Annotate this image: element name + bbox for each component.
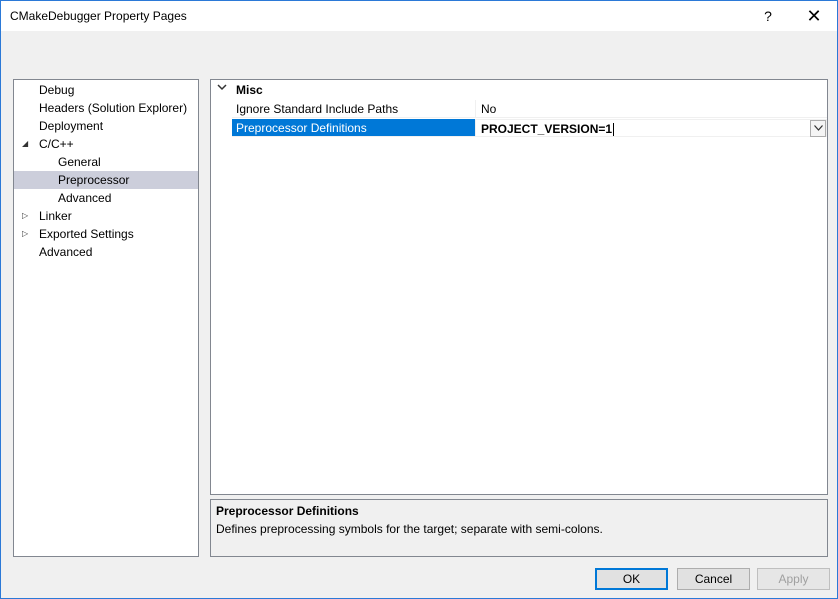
property-value-editor[interactable]: PROJECT_VERSION=1 [475, 119, 827, 137]
tree-item-label: Advanced [58, 191, 112, 205]
tree-item-label: C/C++ [39, 137, 74, 151]
window-title: CMakeDebugger Property Pages [10, 9, 187, 23]
tree-item-linker[interactable]: ▷ Linker [14, 207, 198, 225]
tree-item-label: Preprocessor [58, 173, 130, 187]
property-name[interactable]: Preprocessor Definitions [232, 119, 475, 137]
property-row[interactable]: Ignore Standard Include Paths No [211, 100, 827, 119]
collapsed-arrow-icon[interactable]: ▷ [22, 207, 28, 225]
category-label: Misc [236, 83, 263, 97]
cancel-button[interactable]: Cancel [677, 568, 750, 590]
tree-item-label: Deployment [39, 119, 104, 133]
tree-item-cpp-advanced[interactable]: Advanced [14, 189, 198, 207]
ok-button[interactable]: OK [595, 568, 668, 590]
category-row-misc[interactable]: Misc [211, 80, 827, 100]
description-text: Defines preprocessing symbols for the ta… [216, 522, 603, 536]
property-value[interactable]: No [475, 100, 827, 118]
tree-item-label: Debug [39, 83, 75, 97]
property-pages-window: CMakeDebugger Property Pages ? ✕ Debug H… [0, 0, 838, 599]
tree-item-label: Advanced [39, 245, 93, 259]
tree-item-deployment[interactable]: Deployment [14, 117, 198, 135]
property-value-text: PROJECT_VERSION=1 [481, 122, 613, 136]
tree-item-exported-settings[interactable]: ▷ Exported Settings [14, 225, 198, 243]
tree-item-label: Headers (Solution Explorer) [39, 101, 188, 115]
expanded-arrow-icon[interactable]: ◢ [22, 135, 28, 153]
property-name[interactable]: Ignore Standard Include Paths [232, 100, 475, 118]
dropdown-button[interactable] [810, 120, 826, 137]
apply-button[interactable]: Apply [757, 568, 830, 590]
chevron-down-icon[interactable] [217, 82, 227, 95]
tree-item-preprocessor[interactable]: Preprocessor [14, 171, 198, 189]
tree-item-headers[interactable]: Headers (Solution Explorer) [14, 99, 198, 117]
text-caret [613, 123, 615, 137]
tree-item-cpp[interactable]: ◢ C/C++ [14, 135, 198, 153]
collapsed-arrow-icon[interactable]: ▷ [22, 225, 28, 243]
help-button[interactable]: ? [745, 1, 791, 31]
description-panel: Preprocessor Definitions Defines preproc… [210, 499, 828, 557]
tree-item-general[interactable]: General [14, 153, 198, 171]
tree-item-label: Linker [39, 209, 72, 223]
property-grid: Misc Ignore Standard Include Paths No Pr… [210, 79, 828, 495]
tree-item-advanced[interactable]: Advanced [14, 243, 198, 261]
tree-item-label: Exported Settings [39, 227, 134, 241]
tree-item-debug[interactable]: Debug [14, 81, 198, 99]
description-title: Preprocessor Definitions [216, 504, 359, 518]
title-bar: CMakeDebugger Property Pages ? ✕ [1, 1, 837, 31]
close-button[interactable]: ✕ [791, 1, 837, 31]
chevron-down-icon [813, 125, 823, 131]
configuration-tree: Debug Headers (Solution Explorer) Deploy… [13, 79, 199, 557]
tree-item-label: General [58, 155, 101, 169]
property-row-selected[interactable]: Preprocessor Definitions PROJECT_VERSION… [211, 119, 827, 138]
